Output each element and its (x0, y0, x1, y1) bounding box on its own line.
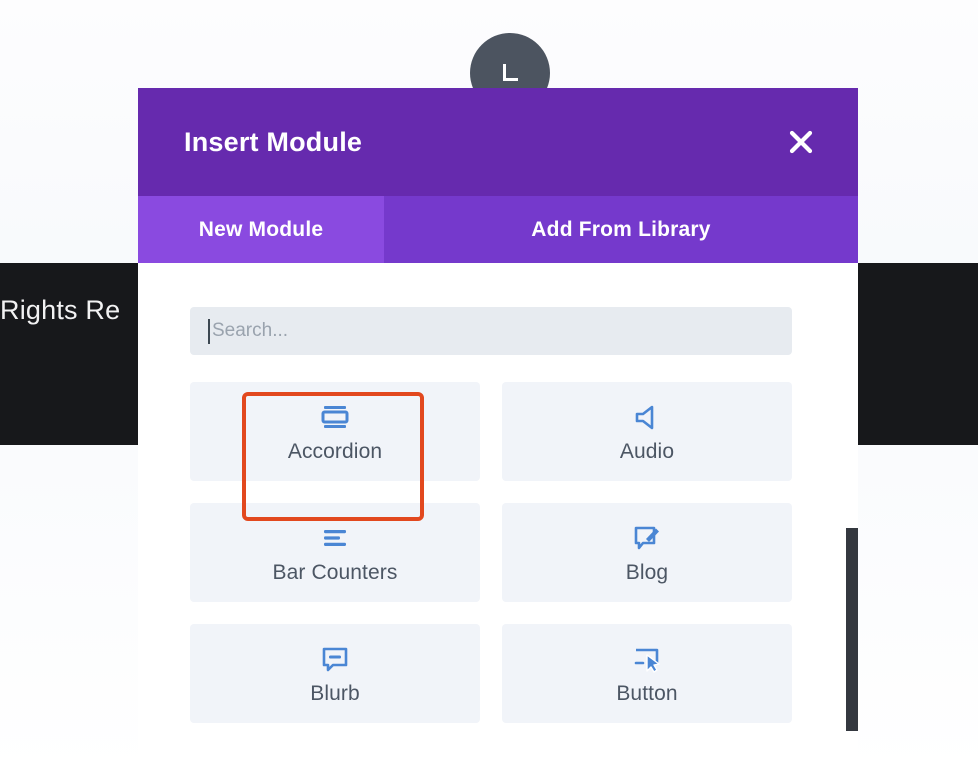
screen: Rights Re Insert Module New Module Add F… (0, 0, 978, 772)
speaker-icon (632, 400, 662, 434)
tab-add-from-library-label: Add From Library (531, 217, 711, 241)
module-label-blog: Blog (625, 560, 669, 584)
modal-tabs: New Module Add From Library (138, 196, 858, 263)
header-pointer-notch (470, 88, 550, 89)
module-card-button[interactable]: Button (502, 624, 792, 723)
insert-module-modal: Insert Module New Module Add From Librar… (138, 88, 858, 772)
module-card-bar-counters[interactable]: Bar Counters (190, 503, 480, 602)
module-label-audio: Audio (619, 439, 675, 463)
module-label-accordion: Accordion (287, 439, 383, 463)
modal-scrollbar-track[interactable] (846, 263, 858, 772)
modal-header: Insert Module (138, 88, 858, 196)
blurb-bubble-icon (320, 642, 350, 676)
close-icon (786, 127, 816, 157)
insert-module-icon (495, 58, 525, 88)
modal-body: Search... Accordion Audio Bar Counters B… (138, 263, 858, 772)
module-label-bar-counters: Bar Counters (272, 560, 398, 584)
search-placeholder: Search... (212, 320, 289, 341)
module-grid: Accordion Audio Bar Counters Blog Blurb … (190, 382, 806, 723)
search-input[interactable]: Search... (190, 307, 792, 355)
module-card-blog[interactable]: Blog (502, 503, 792, 602)
tab-new-module-label: New Module (198, 217, 324, 241)
footer-copyright-text: Rights Re (0, 295, 121, 325)
button-cursor-icon (632, 642, 662, 676)
bars-icon (320, 521, 350, 555)
blog-pencil-icon (632, 521, 662, 555)
module-card-audio[interactable]: Audio (502, 382, 792, 481)
accordion-icon (320, 400, 350, 434)
modal-title: Insert Module (184, 126, 363, 157)
module-label-button: Button (616, 681, 678, 705)
tab-new-module[interactable]: New Module (138, 196, 384, 263)
module-card-blurb[interactable]: Blurb (190, 624, 480, 723)
modal-scrollbar-thumb[interactable] (846, 528, 858, 731)
module-label-blurb: Blurb (310, 681, 360, 705)
text-caret (208, 319, 210, 344)
module-card-accordion[interactable]: Accordion (190, 382, 480, 481)
close-button[interactable] (784, 125, 818, 159)
tab-add-from-library[interactable]: Add From Library (384, 196, 858, 263)
